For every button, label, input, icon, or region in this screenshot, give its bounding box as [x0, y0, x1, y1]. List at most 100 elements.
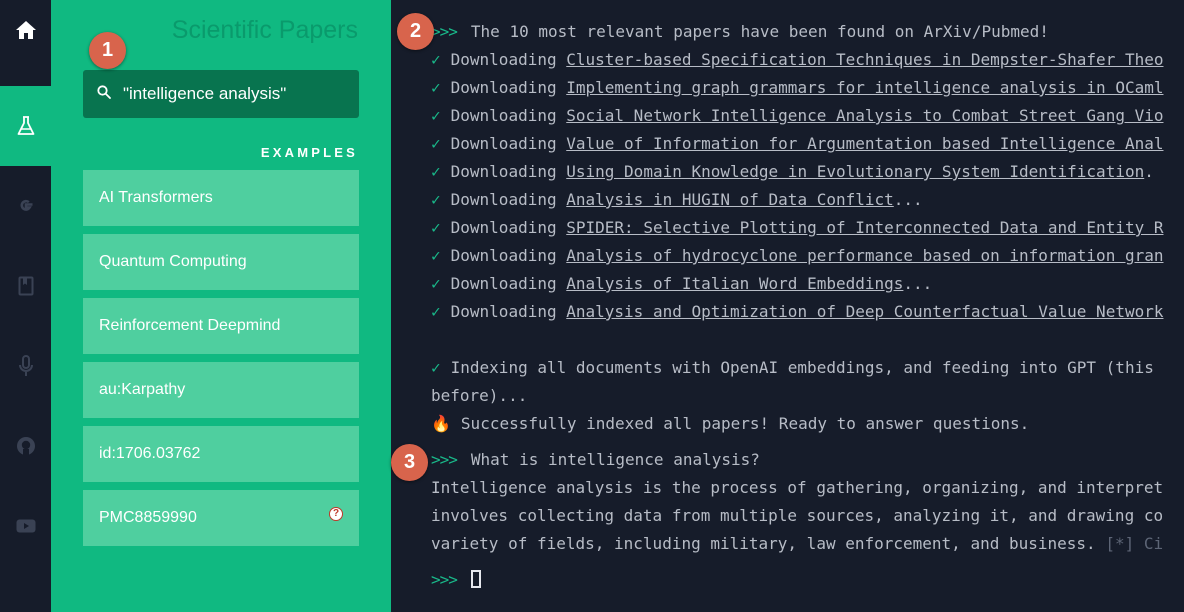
sidebar: Scientific Papers EXAMPLES AI Transforme…	[51, 0, 391, 612]
download-line: ✓ Downloading Using Domain Knowledge in E…	[431, 158, 1154, 186]
download-prefix: Downloading	[450, 302, 557, 321]
prompt-icon: >>>	[431, 570, 458, 589]
example-label: Quantum Computing	[99, 253, 247, 270]
rail-item-youtube[interactable]	[0, 486, 51, 566]
answer-text: variety of fields, including military, l…	[431, 534, 1096, 553]
indexing-line: ✓ Indexing all documents with OpenAI embe…	[431, 354, 1154, 382]
download-suffix: ...	[893, 190, 923, 209]
flask-icon	[17, 116, 35, 136]
check-icon: ✓	[431, 274, 441, 293]
search-input[interactable]	[123, 84, 343, 104]
download-prefix: Downloading	[450, 190, 557, 209]
rail-item-github[interactable]	[0, 406, 51, 486]
download-prefix: Downloading	[450, 246, 557, 265]
paper-link[interactable]: Cluster-based Specification Techniques i…	[566, 50, 1163, 69]
example-button-reinforcement-deepmind[interactable]: Reinforcement Deepmind	[83, 298, 359, 354]
example-button-quantum-computing[interactable]: Quantum Computing	[83, 234, 359, 290]
app-window: Scientific Papers EXAMPLES AI Transforme…	[0, 0, 1184, 612]
paper-link[interactable]: Analysis of hydrocyclone performance bas…	[566, 246, 1163, 265]
check-icon: ✓	[431, 190, 441, 209]
input-line[interactable]: >>>	[431, 566, 481, 594]
text-cursor[interactable]	[470, 569, 481, 588]
answer-line: involves collecting data from multiple s…	[431, 502, 1163, 530]
download-line: ✓ Downloading Analysis and Optimization o…	[431, 298, 1163, 326]
check-icon: ✓	[431, 106, 441, 125]
examples-heading: EXAMPLES	[260, 145, 358, 160]
download-line: ✓ Downloading Social Network Intelligence…	[431, 102, 1163, 130]
success-line: 🔥 Successfully indexed all papers! Ready …	[431, 410, 1029, 438]
answer-text: involves collecting data from multiple s…	[431, 506, 1164, 525]
indexing-line-cont: before)...	[431, 382, 527, 410]
example-label: Reinforcement Deepmind	[99, 317, 281, 334]
paper-link[interactable]: Analysis and Optimization of Deep Counte…	[566, 302, 1163, 321]
example-button-arxiv-id[interactable]: id:1706.03762	[83, 426, 359, 482]
microphone-icon	[18, 355, 34, 377]
answer-line: variety of fields, including military, l…	[431, 530, 1163, 558]
download-prefix: Downloading	[450, 162, 557, 181]
example-label: id:1706.03762	[99, 445, 201, 462]
download-suffix: ...	[903, 274, 933, 293]
download-prefix: Downloading	[450, 78, 557, 97]
example-button-ai-transformers[interactable]: AI Transformers	[83, 170, 359, 226]
citation-marker[interactable]: [*] Ci	[1105, 534, 1163, 553]
youtube-icon	[16, 519, 36, 533]
example-label: AI Transformers	[99, 189, 213, 206]
google-icon	[17, 197, 35, 215]
paper-link[interactable]: Social Network Intelligence Analysis to …	[566, 106, 1163, 125]
download-prefix: Downloading	[450, 274, 557, 293]
icon-rail	[0, 0, 51, 612]
paper-link[interactable]: Value of Information for Argumentation b…	[566, 134, 1163, 153]
book-icon	[18, 276, 34, 296]
paper-link[interactable]: SPIDER: Selective Plotting of Interconne…	[566, 218, 1163, 237]
header-text: The 10 most relevant papers have been fo…	[470, 22, 1049, 41]
example-button-pmc-id[interactable]: PMC8859990 ?	[83, 490, 359, 546]
help-icon[interactable]: ?	[329, 507, 343, 521]
home-icon	[15, 20, 37, 40]
success-text: Successfully indexed all papers! Ready t…	[460, 414, 1030, 433]
terminal-output: >>> The 10 most relevant papers have been…	[391, 0, 1184, 612]
step-badge-2: 2	[397, 13, 434, 50]
paper-link[interactable]: Implementing graph grammars for intellig…	[566, 78, 1163, 97]
paper-link[interactable]: Using Domain Knowledge in Evolutionary S…	[566, 162, 1144, 181]
indexing-text: Indexing all documents with OpenAI embed…	[450, 358, 1154, 377]
download-line: ✓ Downloading Analysis of hydrocyclone pe…	[431, 242, 1163, 270]
example-button-karpathy[interactable]: au:Karpathy	[83, 362, 359, 418]
download-line: ✓ Downloading Analysis in HUGIN of Data C…	[431, 186, 923, 214]
download-line: ✓ Downloading Implementing graph grammars…	[431, 74, 1163, 102]
github-icon	[16, 436, 36, 456]
check-icon: ✓	[431, 50, 441, 69]
question-text: What is intelligence analysis?	[470, 450, 760, 469]
example-label: au:Karpathy	[99, 381, 186, 398]
check-icon: ✓	[431, 134, 441, 153]
download-prefix: Downloading	[450, 50, 557, 69]
download-prefix: Downloading	[450, 218, 557, 237]
download-prefix: Downloading	[450, 134, 557, 153]
check-icon: ✓	[431, 218, 441, 237]
paper-link[interactable]: Analysis of Italian Word Embeddings	[566, 274, 903, 293]
fire-icon: 🔥	[431, 414, 451, 433]
question-line: >>> What is intelligence analysis?	[431, 446, 760, 474]
rail-item-papers[interactable]	[0, 86, 51, 166]
rail-item-home[interactable]	[0, 0, 51, 70]
prompt-icon: >>>	[431, 450, 458, 469]
rail-item-book[interactable]	[0, 246, 51, 326]
download-prefix: Downloading	[450, 106, 557, 125]
answer-line: Intelligence analysis is the process of …	[431, 474, 1163, 502]
paper-link[interactable]: Analysis in HUGIN of Data Conflict	[566, 190, 894, 209]
check-icon: ✓	[431, 162, 441, 181]
example-label: PMC8859990	[99, 509, 197, 526]
download-line: ✓ Downloading SPIDER: Selective Plotting …	[431, 214, 1163, 242]
rail-item-audio[interactable]	[0, 326, 51, 406]
check-icon: ✓	[431, 302, 441, 321]
download-suffix: .	[1144, 162, 1154, 181]
header-line: >>> The 10 most relevant papers have been…	[431, 18, 1049, 46]
rail-item-google[interactable]	[0, 166, 51, 246]
download-line: ✓ Downloading Cluster-based Specification…	[431, 46, 1163, 74]
prompt-icon: >>>	[431, 22, 458, 41]
search-icon	[97, 84, 123, 104]
search-box[interactable]	[83, 70, 359, 118]
download-line: ✓ Downloading Value of Information for Ar…	[431, 130, 1163, 158]
answer-text: Intelligence analysis is the process of …	[431, 478, 1164, 497]
step-badge-3: 3	[391, 444, 428, 481]
download-line: ✓ Downloading Analysis of Italian Word Em…	[431, 270, 932, 298]
